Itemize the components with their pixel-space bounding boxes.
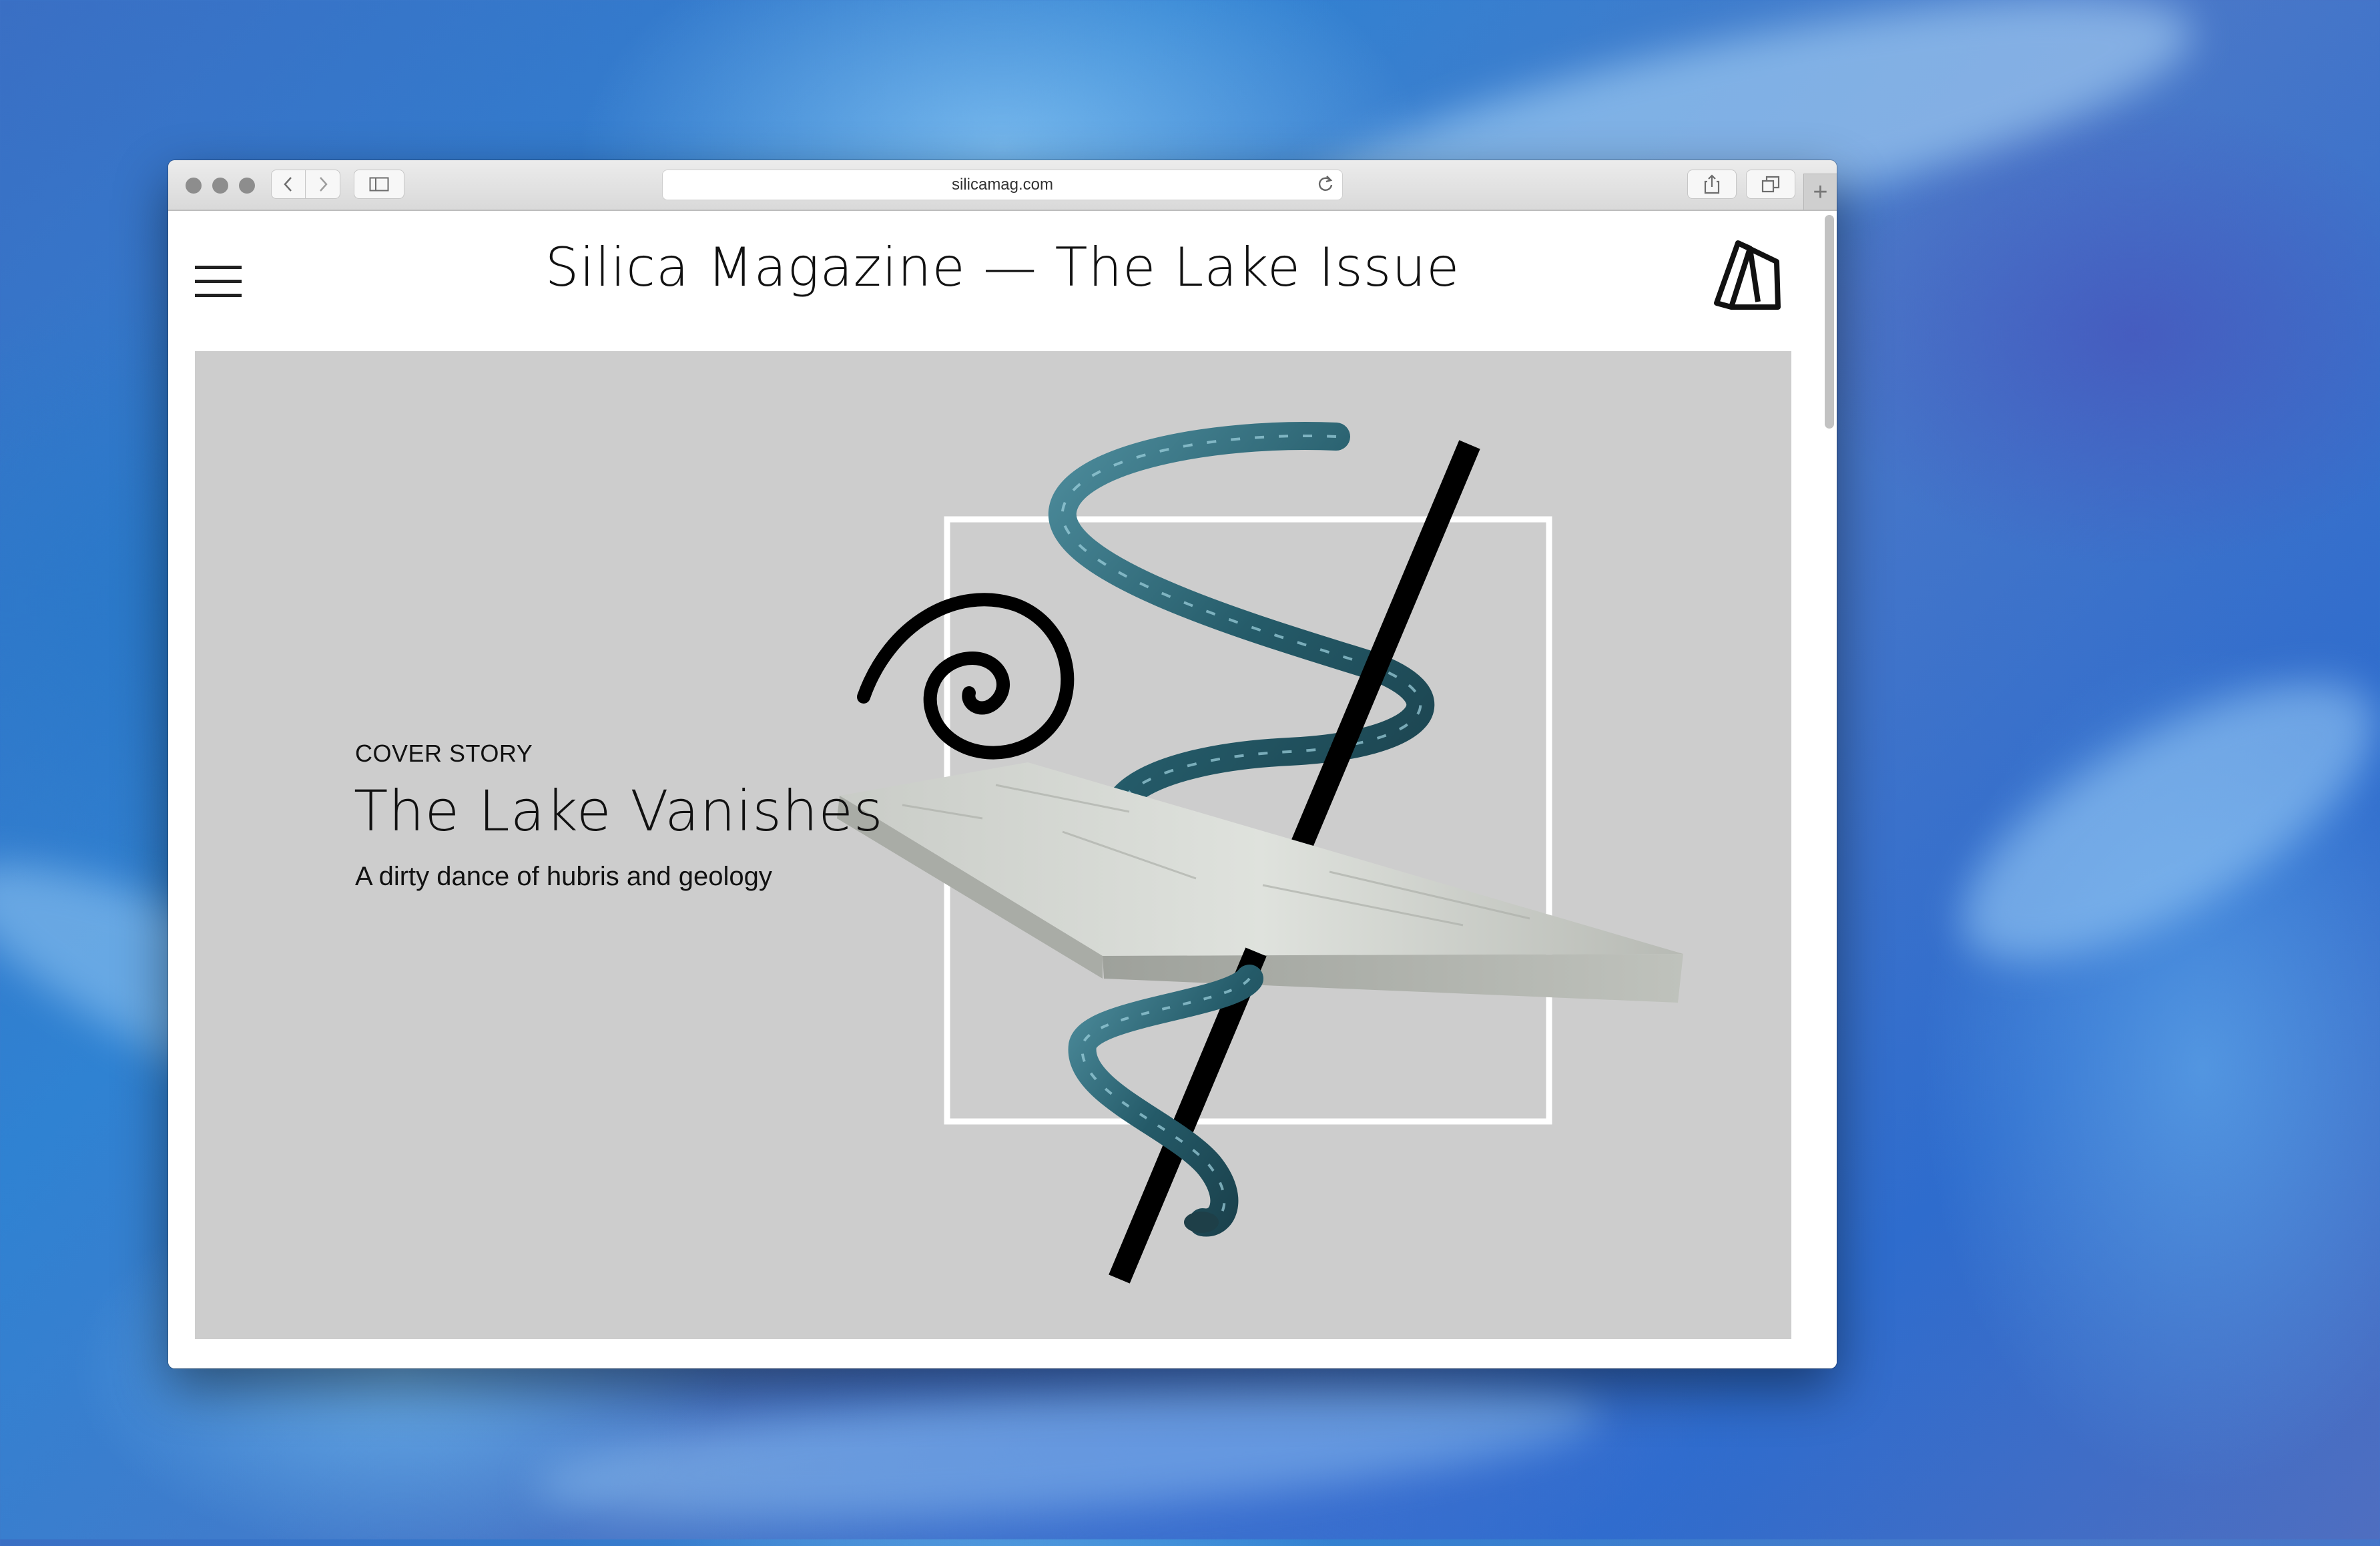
hero-headline[interactable]: The Lake Vanishes xyxy=(354,778,884,844)
wallpaper-swirl xyxy=(531,1351,1605,1546)
new-tab-button[interactable]: + xyxy=(1803,174,1837,210)
cover-story-hero[interactable]: COVER STORY The Lake Vanishes A dirty da… xyxy=(195,351,1791,1339)
reload-icon xyxy=(1318,176,1333,191)
site-title: Silica Magazine — The Lake Issue xyxy=(545,236,1460,298)
address-url: silicamag.com xyxy=(951,176,1054,194)
silica-logo-icon[interactable] xyxy=(1711,234,1785,314)
cover-artwork xyxy=(837,421,1683,1284)
minimize-window-button[interactable] xyxy=(212,178,228,194)
sidebar-icon xyxy=(369,177,389,192)
show-tabs-button[interactable] xyxy=(1746,170,1795,199)
zoom-window-button[interactable] xyxy=(239,178,255,194)
reload-button[interactable] xyxy=(1315,174,1335,194)
hero-dek: A dirty dance of hubris and geology xyxy=(355,862,772,891)
web-page: Silica Magazine — The Lake Issue COVER S… xyxy=(168,211,1837,1368)
tabs-icon xyxy=(1761,176,1780,193)
spiral-glyph xyxy=(857,593,1075,760)
back-icon xyxy=(284,177,292,192)
close-window-button[interactable] xyxy=(186,178,202,194)
share-icon xyxy=(1704,174,1720,194)
forward-button[interactable] xyxy=(306,170,340,199)
address-bar[interactable]: silicamag.com xyxy=(662,170,1343,200)
share-button[interactable] xyxy=(1687,170,1737,199)
browser-window: silicamag.com + Silica Magazine — The La… xyxy=(168,160,1837,1368)
browser-toolbar: silicamag.com + xyxy=(168,160,1837,211)
back-button[interactable] xyxy=(271,170,306,199)
forward-icon xyxy=(319,177,328,192)
page-scrollbar[interactable] xyxy=(1825,215,1834,429)
sidebar-button[interactable] xyxy=(354,170,404,199)
hero-kicker: COVER STORY xyxy=(355,740,533,767)
wallpaper-swirl xyxy=(1923,629,2380,1013)
new-tab-icon: + xyxy=(1813,178,1828,206)
